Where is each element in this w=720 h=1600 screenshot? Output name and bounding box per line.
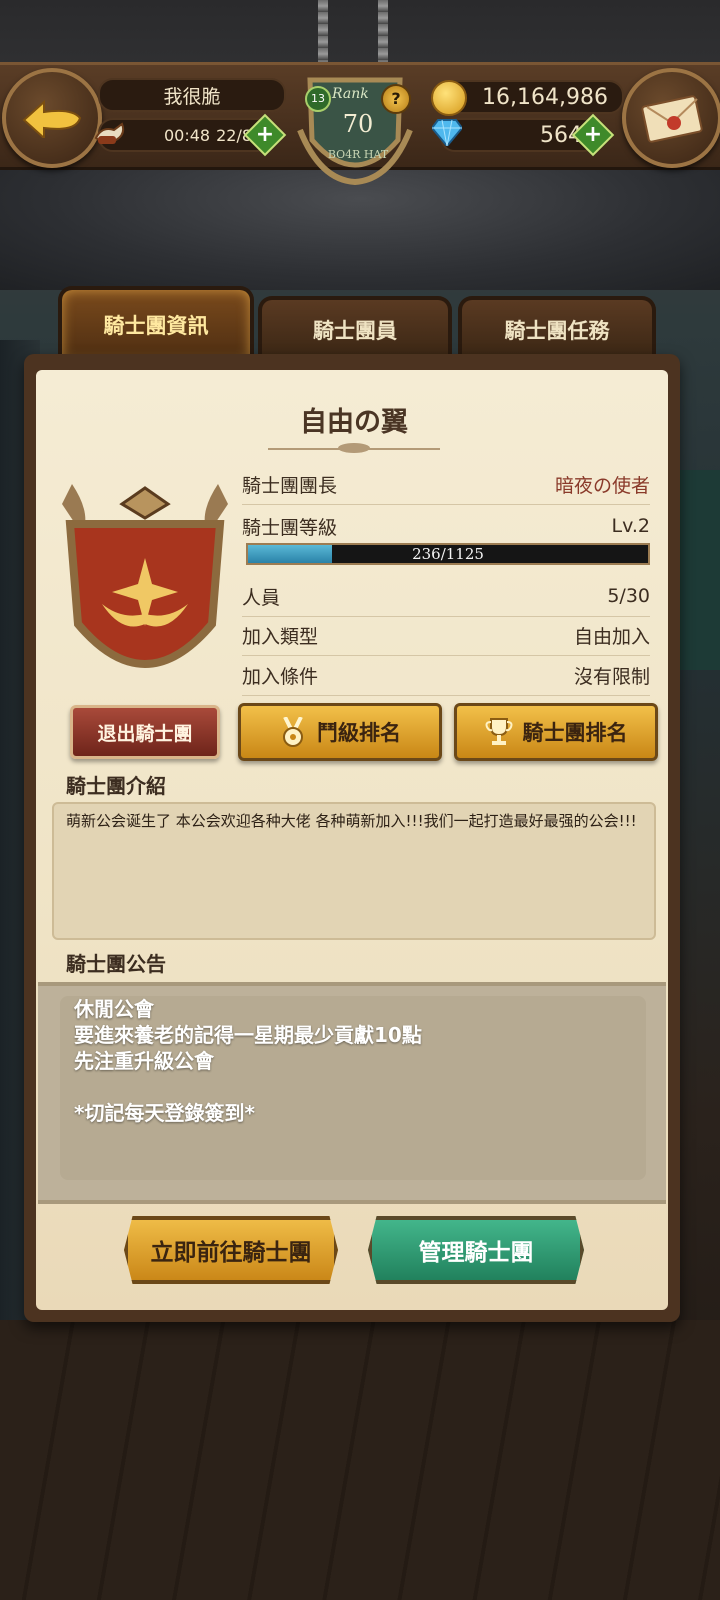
tab-guild-info[interactable]: 騎士團資訊 [58, 286, 254, 360]
guild-level-label: 騎士團等級 [242, 516, 338, 539]
guild-leader-value[interactable]: 暗夜の使者 [555, 471, 650, 498]
manage-guild-label: 管理騎士團 [418, 1240, 534, 1266]
guild-intro-text: 萌新公会诞生了 本公会欢迎各种大佬 各种萌新加入!!!我们一起打造最好最强的公会… [66, 812, 637, 830]
rank-level-badge: 13 [305, 86, 331, 112]
rank-label: Rank [332, 86, 369, 102]
guild-join-type-value: 自由加入 [573, 625, 650, 648]
guild-rank-button[interactable]: 騎士團排名 [454, 703, 658, 761]
notice-line: 要進來養老的記得一星期最少貢獻10點 [74, 1023, 422, 1047]
notice-line: *切記每天登錄簽到* [74, 1101, 255, 1125]
title-divider [268, 443, 440, 453]
guild-notice-title: 騎士團公告 [66, 952, 166, 976]
guild-join-condition-label: 加入條件 [242, 665, 319, 688]
goto-guild-button[interactable]: 立即前往騎士團 [124, 1216, 338, 1284]
medal-icon [283, 717, 303, 747]
guild-intro-title: 騎士團介紹 [66, 774, 166, 798]
guild-join-type-label: 加入類型 [242, 625, 319, 648]
guild-leader-label: 騎士團團長 [242, 474, 338, 497]
rank-value: 70 [342, 110, 374, 138]
guild-exp-bar: 236/1125 [246, 543, 650, 565]
guild-members-value: 5/30 [607, 585, 650, 607]
help-button[interactable]: ? [381, 84, 411, 114]
diamond-icon [432, 119, 462, 146]
guild-leader-row: 騎士團團長 暗夜の使者 [242, 464, 650, 505]
notice-line: 先注重升級公會 [74, 1049, 214, 1073]
notice-line: 休閒公會 [74, 997, 154, 1021]
guild-join-condition-row: 加入條件 沒有限制 [242, 655, 650, 696]
trophy-icon [485, 718, 512, 745]
guild-exp-text: 236/1125 [412, 545, 484, 563]
guild-members-row: 人員 5/30 [242, 576, 650, 617]
guild-join-condition-value: 沒有限制 [573, 665, 650, 688]
duel-rank-button[interactable]: 鬥級排名 [238, 703, 442, 761]
tab-guild-members[interactable]: 騎士團員 [258, 296, 452, 360]
tab-guild-missions[interactable]: 騎士團任務 [458, 296, 656, 360]
guild-members-label: 人員 [242, 586, 281, 609]
guild-rank-label: 騎士團排名 [522, 721, 628, 745]
manage-guild-button[interactable]: 管理騎士團 [368, 1216, 584, 1284]
guild-level-value: Lv.2 [611, 515, 650, 537]
guild-crest-icon [62, 484, 228, 668]
duel-rank-label: 鬥級排名 [317, 721, 401, 745]
back-arrow-icon [22, 99, 82, 138]
goto-guild-label: 立即前往騎士團 [150, 1240, 312, 1266]
guild-join-type-row: 加入類型 自由加入 [242, 615, 650, 656]
guild-level-row: 騎士團等級 Lv.2 [242, 506, 650, 546]
notice-line [74, 1074, 634, 1100]
guild-name: 自由の翼 [300, 407, 408, 438]
wing-boot-icon [94, 122, 125, 144]
gold-coin-icon [431, 80, 467, 116]
back-button[interactable] [2, 68, 102, 168]
quit-guild-label: 退出騎士團 [97, 722, 193, 745]
player-name: 我很脆 [98, 78, 286, 112]
background-window [674, 470, 720, 670]
stamina-timer: 00:48 [164, 125, 211, 145]
background-floor [0, 1320, 720, 1600]
gold-amount: 16,164,986 [440, 80, 624, 114]
mail-icon [641, 95, 703, 143]
mail-button[interactable] [622, 68, 720, 168]
quit-guild-button[interactable]: 退出騎士團 [70, 705, 220, 759]
rank-subtitle: BO4R HAT [327, 148, 389, 161]
guild-notice-text: 休閒公會 要進來養老的記得一星期最少貢獻10點 先注重升級公會 *切記每天登錄簽… [74, 996, 634, 1126]
